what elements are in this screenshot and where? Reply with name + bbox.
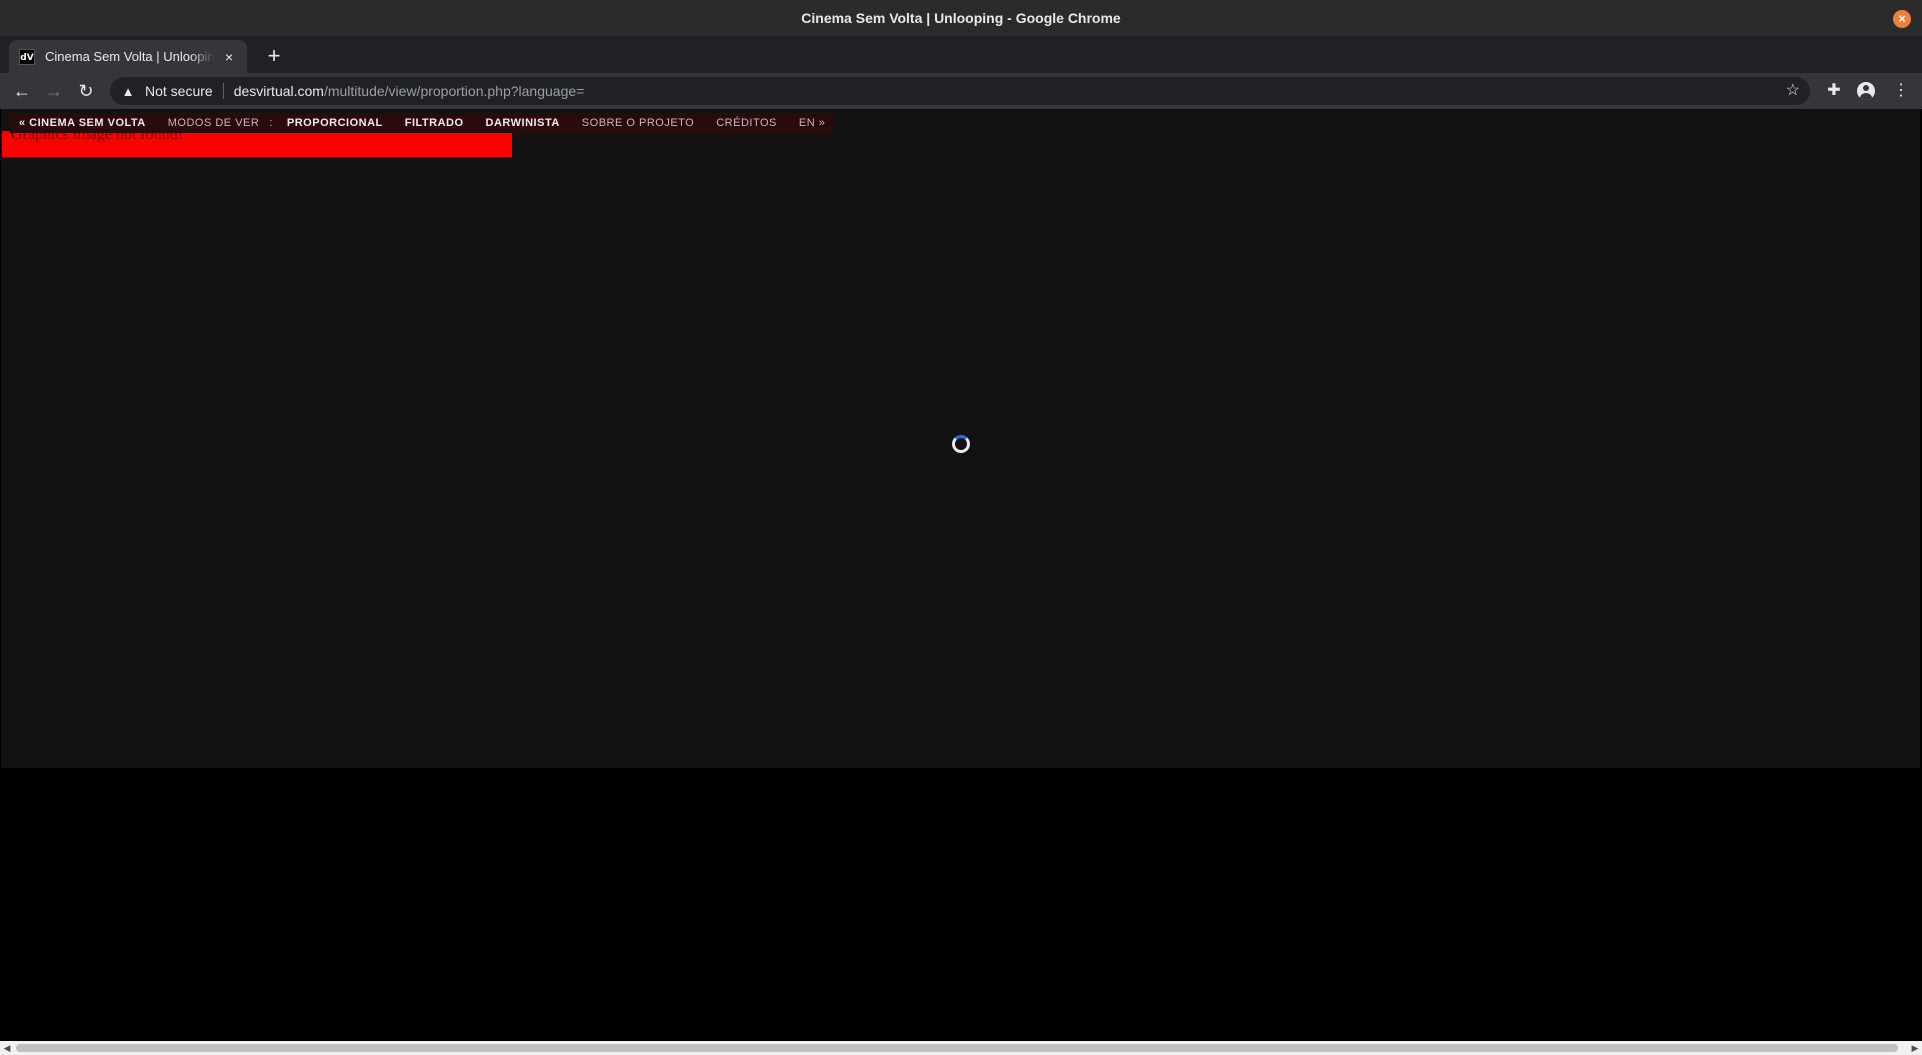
nav-mode-filtrado[interactable]: FILTRADO [405,117,464,129]
nav-separator: : [269,117,273,129]
favicon-icon: dV [19,48,35,65]
tab-close-icon[interactable]: × [221,49,237,65]
loading-spinner-icon [952,435,970,453]
nav-mode-proporcional[interactable]: PROPORCIONAL [287,117,383,129]
nav-credits-link[interactable]: CRÉDITOS [716,117,777,129]
page-viewport: Graphics image not found! « CINEMA SEM V… [0,109,1922,1041]
nav-mode-darwinista[interactable]: DARWINISTA [486,117,560,129]
nav-language-link[interactable]: EN » [799,117,825,129]
scroll-right-icon[interactable]: ▶ [1908,1041,1922,1055]
bookmark-star-icon[interactable]: ☆ [1786,77,1800,105]
forward-button[interactable]: → [40,77,68,105]
chrome-menu-icon[interactable]: ⋮ [1887,77,1915,105]
new-tab-button[interactable]: + [260,42,288,70]
browser-toolbar: ← → ↻ ▲ Not secure desvirtual.com/multit… [0,73,1922,109]
window-titlebar: Cinema Sem Volta | Unlooping - Google Ch… [0,0,1922,37]
scrollbar-thumb[interactable] [16,1044,1898,1052]
url-host[interactable]: desvirtual.com [234,83,324,99]
tab-title: Cinema Sem Volta | Unlooping [45,49,216,64]
url-path[interactable]: /multitude/view/proportion.php?language= [324,83,584,99]
back-button[interactable]: ← [8,77,36,105]
reload-button[interactable]: ↻ [72,77,100,105]
warning-icon[interactable]: ▲ [120,84,136,99]
omnibox-divider [222,83,224,99]
window-title: Cinema Sem Volta | Unlooping - Google Ch… [801,10,1121,26]
graphics-stage: Graphics image not found! « CINEMA SEM V… [1,109,1920,768]
address-bar[interactable]: ▲ Not secure desvirtual.com/multitude/vi… [110,77,1810,105]
security-label[interactable]: Not secure [145,83,213,99]
nav-home-link[interactable]: « CINEMA SEM VOLTA [19,117,146,129]
window-close-icon[interactable]: × [1893,10,1911,28]
nav-about-link[interactable]: SOBRE O PROJETO [582,117,694,129]
tab-strip: dV Cinema Sem Volta | Unlooping × + [0,37,1922,73]
nav-modes-label: MODOS DE VER [167,117,260,129]
horizontal-scrollbar[interactable]: ◀ ▶ [0,1041,1922,1055]
profile-avatar-icon[interactable] [1857,82,1875,100]
scroll-left-icon[interactable]: ◀ [0,1041,14,1055]
extensions-puzzle-icon[interactable]: ✚ [1820,77,1848,105]
tab-cinema-sem-volta[interactable]: dV Cinema Sem Volta | Unlooping × [9,40,247,73]
site-nav: « CINEMA SEM VOLTA MODOS DE VER : PROPOR… [10,113,835,133]
